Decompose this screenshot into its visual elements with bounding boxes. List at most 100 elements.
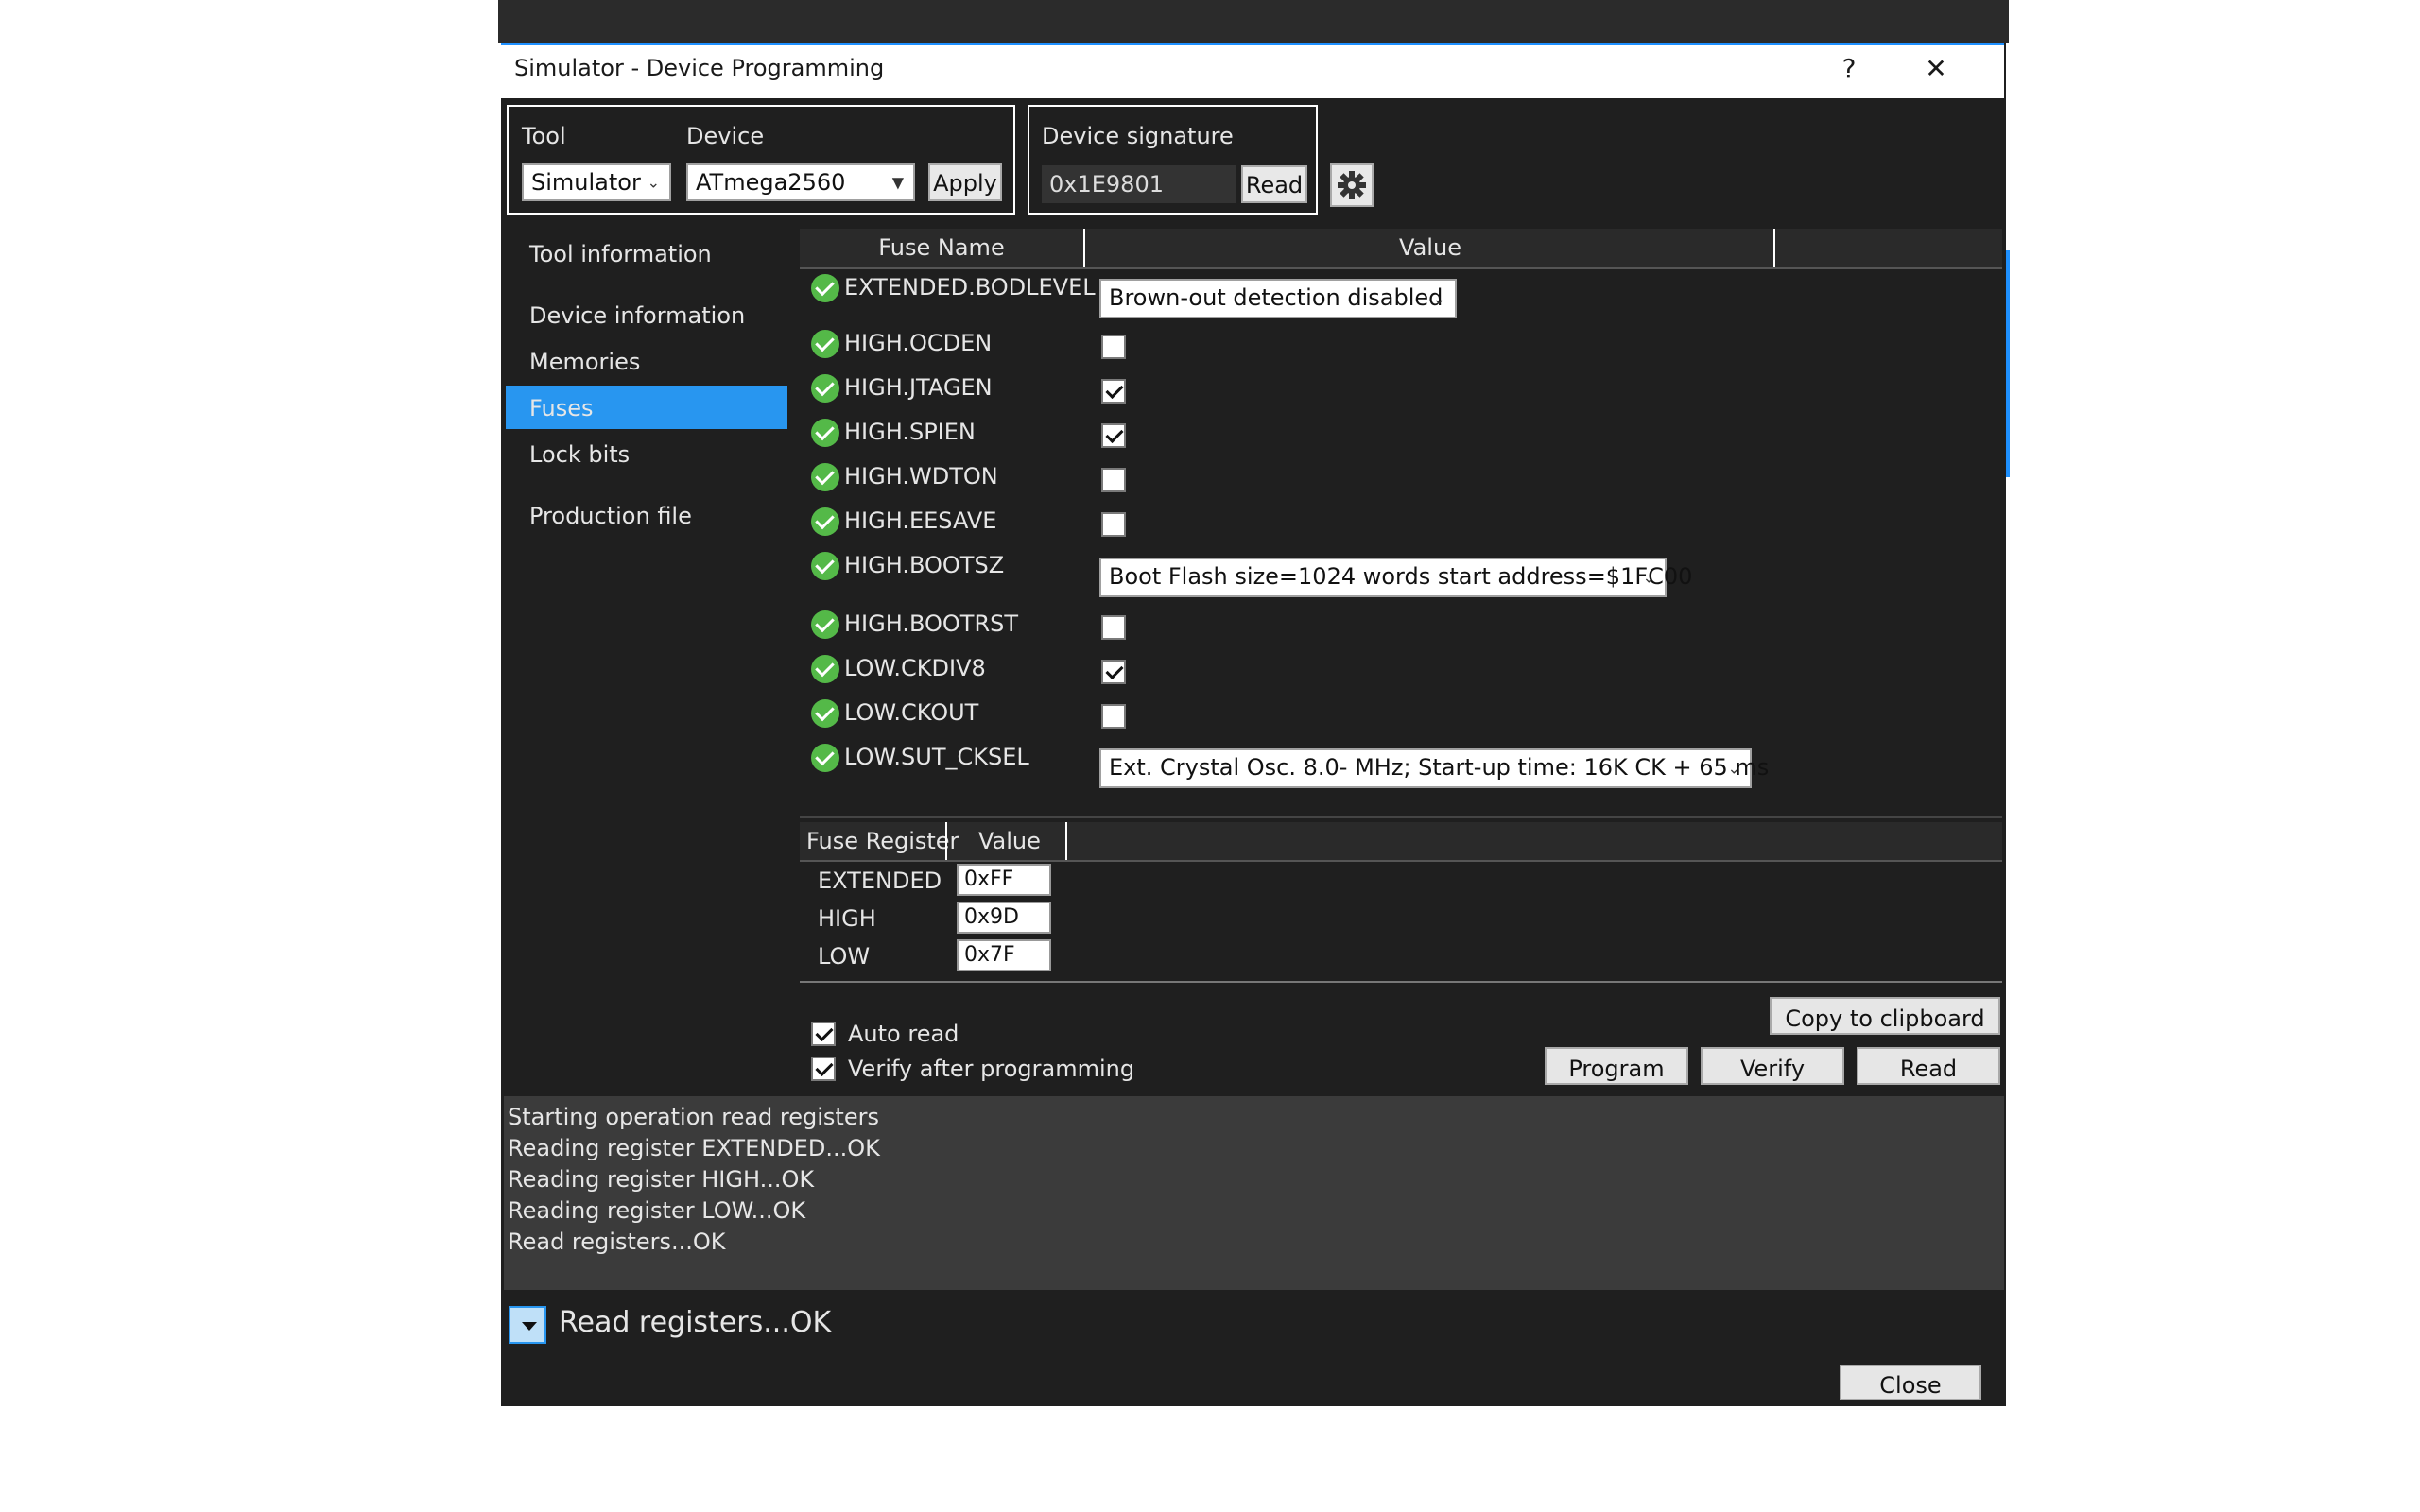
register-name: HIGH — [818, 905, 876, 932]
log-line: Reading register HIGH...OK — [508, 1166, 815, 1193]
fuse-name: HIGH.SPIEN — [844, 419, 976, 445]
verify-after-checkbox[interactable] — [811, 1057, 836, 1081]
dropdown-arrow-icon: ▼ — [891, 173, 904, 192]
section-divider — [800, 816, 2002, 818]
sidebar-item-memories[interactable]: Memories — [529, 349, 640, 375]
status-text: Read registers...OK — [559, 1306, 832, 1339]
bootrst-checkbox[interactable] — [1101, 615, 1126, 640]
chevron-down-icon: ⌄ — [647, 173, 660, 192]
bootsz-select-value: Boot Flash size=1024 words start address… — [1109, 563, 1693, 590]
status-ok-icon — [811, 507, 839, 536]
ckout-checkbox[interactable] — [1101, 704, 1126, 729]
sidebar-item-tool-information[interactable]: Tool information — [529, 241, 712, 267]
status-ok-icon — [811, 374, 839, 403]
bootsz-select[interactable]: Boot Flash size=1024 words start address… — [1099, 558, 1692, 597]
verify-after-label: Verify after programming — [848, 1056, 1135, 1082]
status-ok-icon — [811, 744, 839, 772]
register-name: LOW — [818, 943, 871, 970]
log-line: Read registers...OK — [508, 1228, 726, 1255]
wdton-checkbox[interactable] — [1101, 468, 1126, 492]
fuse-name: LOW.CKDIV8 — [844, 655, 986, 681]
fuse-name: LOW.SUT_CKSEL — [844, 744, 1029, 770]
expand-log-button[interactable] — [509, 1306, 546, 1344]
fuse-name: HIGH.OCDEN — [844, 330, 993, 356]
fuse-value-header: Value — [1399, 234, 1461, 261]
column-divider — [1773, 229, 1775, 267]
ckdiv8-checkbox[interactable] — [1101, 660, 1126, 684]
bodlevel-select-value: Brown-out detection disabled — [1109, 284, 1443, 311]
gear-icon — [1338, 171, 1366, 199]
chevron-down-icon: ⌄ — [1642, 568, 1655, 587]
log-line: Reading register EXTENDED...OK — [508, 1135, 880, 1161]
close-window-button[interactable]: ✕ — [1917, 53, 1955, 84]
register-value-field[interactable]: 0x9D — [957, 902, 1051, 934]
sut-cksel-select-value: Ext. Crystal Osc. 8.0- MHz; Start-up tim… — [1109, 754, 1770, 781]
sidebar-item-device-information[interactable]: Device information — [529, 302, 745, 329]
apply-button[interactable]: Apply — [928, 163, 1002, 201]
chevron-down-icon: ⌄ — [1727, 759, 1740, 778]
status-ok-icon — [811, 552, 839, 580]
sut-cksel-select[interactable]: Ext. Crystal Osc. 8.0- MHz; Start-up tim… — [1099, 748, 1769, 788]
device-select-value: ATmega2560 — [696, 169, 846, 196]
signature-label: Device signature — [1042, 123, 1234, 149]
header-divider — [800, 267, 2002, 269]
fuse-name: LOW.CKOUT — [844, 699, 979, 726]
fuse-name: HIGH.WDTON — [844, 463, 998, 490]
settings-button[interactable] — [1330, 163, 1374, 207]
device-select[interactable]: ATmega2560 ▼ — [686, 163, 915, 201]
tool-select[interactable]: Simulator ⌄ — [522, 163, 671, 201]
eesave-checkbox[interactable] — [1101, 512, 1126, 537]
log-line: Starting operation read registers — [508, 1104, 879, 1130]
status-ok-icon — [811, 274, 839, 302]
fuse-name: HIGH.BOOTRST — [844, 610, 1019, 637]
fuse-name: HIGH.JTAGEN — [844, 374, 993, 401]
ocden-checkbox[interactable] — [1101, 335, 1126, 359]
help-button[interactable]: ? — [1830, 53, 1868, 84]
status-ok-icon — [811, 610, 839, 639]
fuse-name: HIGH.EESAVE — [844, 507, 997, 534]
status-ok-icon — [811, 699, 839, 728]
status-ok-icon — [811, 463, 839, 491]
spien-checkbox[interactable] — [1101, 423, 1126, 448]
column-divider — [1065, 822, 1067, 860]
scrollbar[interactable] — [2006, 250, 2010, 477]
register-value-header: Value — [978, 828, 1041, 854]
read-signature-button[interactable]: Read — [1241, 165, 1307, 203]
header-divider — [800, 860, 2002, 862]
register-name: EXTENDED — [818, 868, 942, 894]
read-button[interactable]: Read — [1857, 1047, 2000, 1085]
sidebar-item-fuses[interactable]: Fuses — [529, 395, 593, 421]
sidebar-item-lock-bits[interactable]: Lock bits — [529, 441, 630, 468]
section-divider — [800, 981, 2002, 983]
desktop-band — [498, 0, 2009, 43]
jtagen-checkbox[interactable] — [1101, 379, 1126, 404]
register-value-field[interactable]: 0x7F — [957, 939, 1051, 971]
register-value-field[interactable]: 0xFF — [957, 864, 1051, 896]
read-signature-label: Read — [1245, 172, 1304, 198]
sidebar-item-production-file[interactable]: Production file — [529, 503, 692, 529]
tool-select-value: Simulator — [531, 169, 641, 196]
tool-label: Tool — [522, 123, 566, 149]
window-title: Simulator - Device Programming — [514, 55, 885, 81]
copy-to-clipboard-button[interactable]: Copy to clipboard — [1770, 997, 2000, 1035]
auto-read-checkbox[interactable] — [811, 1022, 836, 1046]
log-line: Reading register LOW...OK — [508, 1197, 806, 1224]
fuse-name: HIGH.BOOTSZ — [844, 552, 1005, 578]
chevron-down-icon: ⌄ — [1432, 289, 1445, 308]
program-button[interactable]: Program — [1545, 1047, 1688, 1085]
column-divider — [945, 822, 947, 860]
fuse-name: EXTENDED.BODLEVEL — [844, 274, 1096, 301]
device-label: Device — [686, 123, 765, 149]
close-button[interactable]: Close — [1840, 1365, 1981, 1400]
auto-read-label: Auto read — [848, 1021, 959, 1047]
column-divider — [1083, 229, 1085, 267]
status-ok-icon — [811, 419, 839, 447]
verify-button[interactable]: Verify — [1701, 1047, 1844, 1085]
status-ok-icon — [811, 330, 839, 358]
fuse-name-header: Fuse Name — [878, 234, 1005, 261]
bodlevel-select[interactable]: Brown-out detection disabled ⌄ — [1099, 279, 1457, 318]
status-ok-icon — [811, 655, 839, 683]
apply-button-label: Apply — [933, 170, 997, 197]
fuse-register-header: Fuse Register — [806, 828, 959, 854]
signature-value: 0x1E9801 — [1042, 165, 1236, 203]
